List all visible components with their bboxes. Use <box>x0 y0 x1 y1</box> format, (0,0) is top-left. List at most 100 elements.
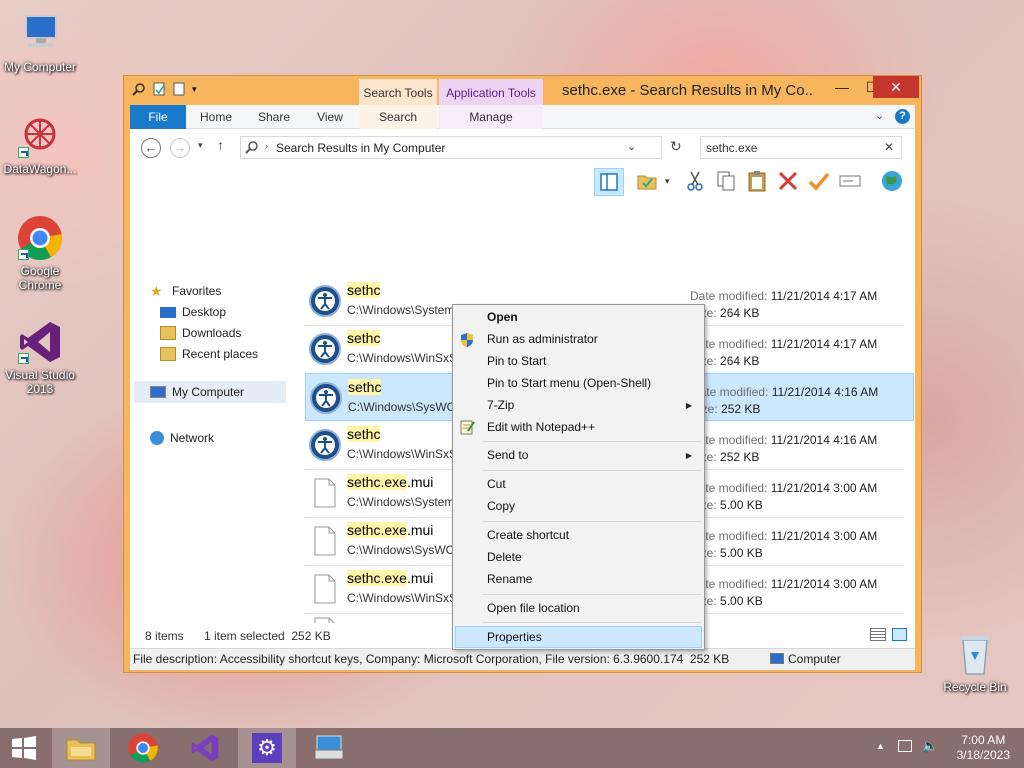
menu-item-edit-with-notepad[interactable]: Edit with Notepad++ <box>487 420 595 434</box>
notepad-icon <box>459 419 475 438</box>
taskbar-on-screen-keyboard[interactable] <box>300 728 358 768</box>
accessibility-app-icon <box>309 333 341 365</box>
menu-item-create-shortcut[interactable]: Create shortcut <box>487 528 569 542</box>
desktop-icon-visual-studio[interactable]: Visual Studio 2013 <box>0 318 80 396</box>
menu-item-send-to[interactable]: Send to <box>487 448 528 462</box>
tab-view[interactable]: View <box>308 105 352 129</box>
checkmark-icon[interactable] <box>807 169 831 193</box>
menu-item-cut[interactable]: Cut <box>487 477 506 491</box>
nav-favorites[interactable]: ★ Favorites <box>150 284 221 298</box>
up-button[interactable]: ↑ <box>217 137 224 153</box>
breadcrumb-chevron-icon[interactable]: › <box>265 141 268 151</box>
search-input[interactable]: sethc.exe <box>706 141 757 155</box>
taskbar-visual-studio[interactable] <box>176 728 234 768</box>
tab-search[interactable]: Search <box>359 105 437 129</box>
file-name: sethc <box>347 330 381 346</box>
address-bar[interactable]: › Search Results in My Computer ⌄ <box>240 136 662 159</box>
breadcrumb[interactable]: Search Results in My Computer <box>276 141 445 155</box>
forward-button[interactable]: → <box>170 138 190 158</box>
chevron-down-icon[interactable]: ▾ <box>665 176 670 187</box>
file-name: sethc.exe <box>347 522 407 538</box>
tab-share[interactable]: Share <box>252 105 296 129</box>
nav-my-computer[interactable]: My Computer <box>134 381 286 403</box>
accessibility-app-icon <box>309 285 341 317</box>
copy-icon[interactable] <box>714 169 738 193</box>
menu-item-delete[interactable]: Delete <box>487 550 522 564</box>
desktop-icon-chrome[interactable]: Google Chrome <box>0 214 80 292</box>
menu-item-open-file-location[interactable]: Open file location <box>487 601 580 615</box>
folder-check-icon[interactable] <box>635 169 659 193</box>
menu-item-pin-to-start[interactable]: Pin to Start <box>487 354 546 368</box>
tab-home[interactable]: Home <box>194 105 238 129</box>
preview-pane-icon[interactable] <box>594 168 624 196</box>
menu-item-open[interactable]: Open <box>487 310 518 324</box>
globe-icon[interactable] <box>880 169 904 193</box>
menu-item-properties[interactable]: Properties <box>487 630 542 644</box>
refresh-icon[interactable]: ↻ <box>670 138 682 155</box>
chevron-down-icon[interactable]: ▾ <box>192 82 206 96</box>
keyboard-icon <box>314 735 344 760</box>
search-icon[interactable] <box>132 82 146 96</box>
taskbar: ⚙ ▲ 🔈 7:00 AM 3/18/2023 <box>0 728 1024 768</box>
nav-desktop[interactable]: Desktop <box>160 305 226 319</box>
file-explorer-icon <box>66 739 96 761</box>
desktop-icon-label: Visual Studio 2013 <box>5 368 75 396</box>
volume-icon[interactable]: 🔈 <box>922 738 938 754</box>
search-input-box[interactable]: sethc.exe ✕ <box>700 136 902 159</box>
rename-icon[interactable] <box>838 169 862 193</box>
gear-icon: ⚙ <box>252 733 282 763</box>
menu-item-pin-to-start-menu[interactable]: Pin to Start menu (Open-Shell) <box>487 376 651 390</box>
desktop-icon-label: Google Chrome <box>18 264 62 292</box>
expand-ribbon-icon[interactable]: ⌄ <box>875 109 884 122</box>
menu-item-run-as-administrator[interactable]: Run as administrator <box>487 332 598 346</box>
start-button[interactable] <box>0 728 48 768</box>
title-bar[interactable]: ▾ Search Tools Application Tools sethc.e… <box>124 76 921 106</box>
minimize-button[interactable]: — <box>827 76 857 98</box>
clock[interactable]: 7:00 AM 3/18/2023 <box>957 733 1010 763</box>
desktop-icon-label: DataWagon... <box>3 162 77 176</box>
taskbar-file-explorer[interactable] <box>52 728 110 768</box>
new-folder-icon[interactable] <box>172 82 186 96</box>
clear-search-icon[interactable]: ✕ <box>884 140 894 154</box>
desktop-icon-recycle-bin[interactable]: Recycle Bin <box>935 630 1015 694</box>
submenu-arrow-icon: ▶ <box>685 401 692 410</box>
help-icon[interactable]: ? <box>895 109 910 124</box>
file-name: sethc <box>347 426 381 442</box>
computer-icon <box>770 653 784 664</box>
network-tray-icon[interactable] <box>898 740 912 752</box>
close-button[interactable]: ✕ <box>873 76 919 98</box>
desktop-icon-my-computer[interactable]: My Computer <box>0 10 80 74</box>
file-size: 5.00 KB <box>720 546 763 560</box>
taskbar-settings[interactable]: ⚙ <box>238 728 296 768</box>
tab-manage[interactable]: Manage <box>439 105 543 129</box>
cut-icon[interactable] <box>683 169 707 193</box>
desktop-icon-label: Recycle Bin <box>943 680 1007 694</box>
menu-item-copy[interactable]: Copy <box>487 499 515 513</box>
properties-icon[interactable] <box>152 82 166 96</box>
paste-icon[interactable] <box>745 169 769 193</box>
tab-file[interactable]: File <box>130 105 186 129</box>
shortcut-arrow-icon <box>18 147 29 158</box>
back-button[interactable]: ← <box>141 138 161 158</box>
menu-item-rename[interactable]: Rename <box>487 572 532 586</box>
address-dropdown-icon[interactable]: ⌄ <box>627 140 636 153</box>
show-hidden-icons-icon[interactable]: ▲ <box>876 741 885 751</box>
quick-access-toolbar: ▾ <box>132 82 206 96</box>
recycle-bin-icon <box>951 630 999 678</box>
taskbar-chrome[interactable] <box>114 728 172 768</box>
large-icons-view-icon[interactable] <box>892 628 907 641</box>
location-label: Computer <box>788 652 841 666</box>
nav-recent-places[interactable]: Recent places <box>160 347 258 361</box>
recent-locations-icon[interactable]: ▾ <box>198 140 203 151</box>
network-icon <box>150 431 164 445</box>
nav-network[interactable]: Network <box>150 431 214 445</box>
desktop-icon-datawagon[interactable]: DataWagon... <box>0 112 80 176</box>
details-view-icon[interactable] <box>870 628 886 641</box>
windows-logo-icon <box>12 736 36 760</box>
details-bar: File description: Accessibility shortcut… <box>130 648 915 670</box>
menu-item-7zip[interactable]: 7-Zip <box>487 398 514 412</box>
file-size: 264 KB <box>720 306 760 320</box>
nav-downloads[interactable]: Downloads <box>160 326 241 340</box>
visual-studio-icon <box>16 318 64 366</box>
delete-icon[interactable] <box>776 169 800 193</box>
